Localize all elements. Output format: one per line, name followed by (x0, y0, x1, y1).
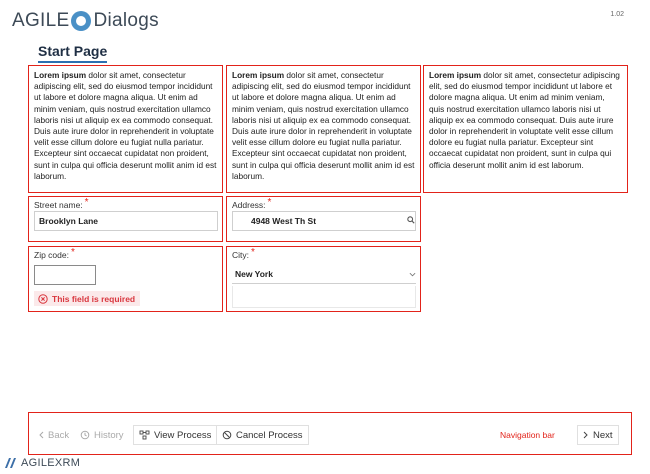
paragraph-2-text: dolor sit amet, consectetur adipiscing e… (232, 70, 415, 181)
app-logo: AGILE Dialogs (12, 8, 159, 34)
required-marker: * (267, 197, 272, 208)
paragraph-2: Lorem ipsum dolor sit amet, consectetur … (227, 66, 420, 182)
next-button-label: Next (593, 429, 613, 441)
required-marker: * (84, 197, 89, 208)
next-button[interactable]: Next (577, 425, 619, 445)
paragraph-1: Lorem ipsum dolor sit amet, consectetur … (29, 66, 222, 182)
view-process-button[interactable]: View Process (133, 425, 218, 445)
city-dropdown-area (232, 286, 416, 308)
required-marker: * (70, 247, 75, 258)
zip-error-message: This field is required (34, 291, 141, 306)
city-field-panel: City: * New York (226, 246, 421, 312)
paragraph-3-lead: Lorem ipsum (429, 70, 482, 80)
chevron-left-icon (39, 431, 44, 439)
agilexrm-logo-icon (5, 458, 16, 468)
address-input[interactable]: 4948 West Th St (232, 211, 416, 231)
logo-text-right: Dialogs (93, 10, 159, 31)
address-label: Address: * (232, 197, 272, 210)
navigation-bar-label: Navigation bar (500, 430, 555, 440)
street-label: Street name: * (34, 197, 89, 210)
navigation-bar: Back History View Process Cancel Process… (28, 412, 632, 455)
history-icon (80, 430, 90, 440)
text-panel-2: Lorem ipsum dolor sit amet, consectetur … (226, 65, 421, 193)
process-icon (139, 430, 150, 440)
footer-logo: AGILEXRM (4, 456, 80, 470)
back-button-label: Back (48, 429, 70, 441)
street-input[interactable]: Brooklyn Lane (34, 211, 218, 231)
text-panel-3: Lorem ipsum dolor sit amet, consectetur … (423, 65, 628, 193)
paragraph-1-text: dolor sit amet, consectetur adipiscing e… (34, 70, 217, 181)
required-marker: * (251, 247, 255, 258)
error-circle-icon (38, 293, 48, 304)
page-title: Start Page (38, 43, 108, 63)
chevron-right-icon (583, 431, 588, 439)
search-icon[interactable] (407, 216, 415, 224)
version-label: 1.02 (610, 11, 624, 18)
back-button[interactable]: Back (33, 425, 74, 445)
paragraph-2-lead: Lorem ipsum (232, 70, 285, 80)
footer-logo-text: AGILEXRM (21, 457, 81, 469)
city-label: City: * (232, 247, 255, 260)
city-select[interactable]: New York (232, 264, 416, 284)
history-button[interactable]: History (75, 425, 129, 445)
zip-error-text: This field is required (52, 293, 136, 304)
cancel-icon (222, 430, 232, 440)
zip-field-panel: Zip code: * This field is required (28, 246, 223, 312)
chevron-down-icon[interactable] (409, 272, 416, 277)
view-process-label: View Process (154, 429, 212, 441)
zip-label: Zip code: * (34, 247, 75, 260)
address-field-panel: Address: * 4948 West Th St (226, 196, 421, 242)
logo-text-left: AGILE (12, 10, 70, 31)
street-field-panel: Street name: * Brooklyn Lane (28, 196, 223, 242)
paragraph-1-lead: Lorem ipsum (34, 70, 87, 80)
zip-input[interactable] (34, 265, 96, 285)
cancel-process-button[interactable]: Cancel Process (216, 425, 309, 445)
cancel-process-label: Cancel Process (236, 429, 303, 441)
history-button-label: History (94, 429, 124, 441)
logo-circle-icon (71, 11, 92, 31)
text-panel-1: Lorem ipsum dolor sit amet, consectetur … (28, 65, 223, 193)
paragraph-3-text: dolor sit amet, consectetur adipiscing e… (429, 70, 620, 170)
paragraph-3: Lorem ipsum dolor sit amet, consectetur … (424, 66, 627, 171)
